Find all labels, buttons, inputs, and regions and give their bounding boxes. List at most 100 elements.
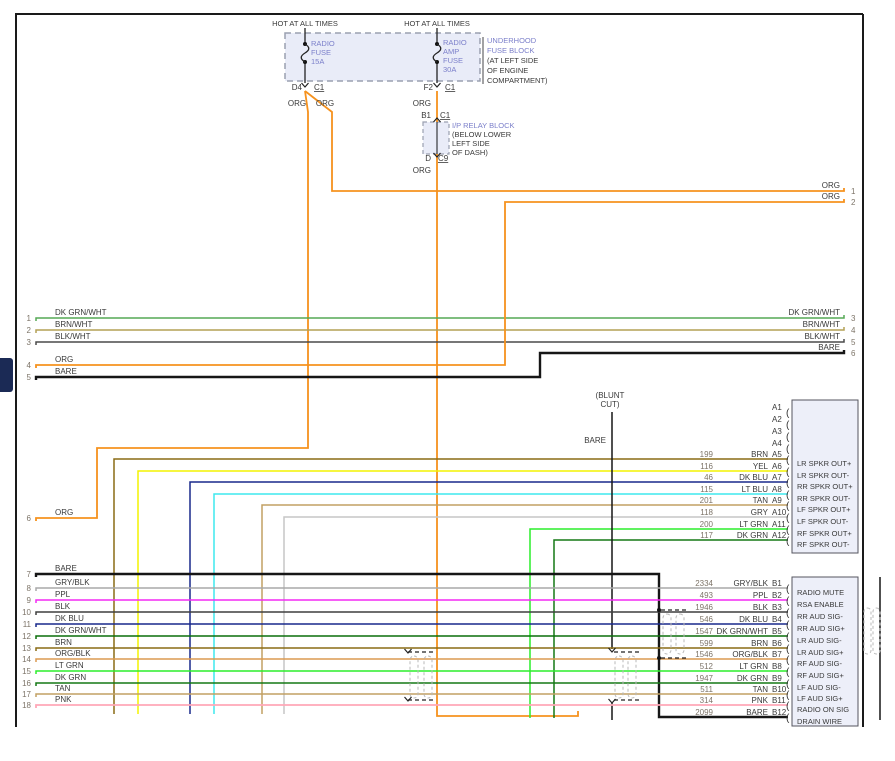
left-pin-number: 6 — [27, 514, 32, 523]
ip-relay-label: I/P RELAY BLOCK — [452, 121, 515, 130]
connector-a-signal-label: RF SPKR OUT+ — [797, 529, 852, 538]
bare-drain-label: BARE — [584, 436, 606, 445]
connector-b-pin-id: B11 — [772, 696, 786, 705]
connector-b-signal-label: RADIO MUTE — [797, 588, 844, 597]
shield-capsule — [409, 655, 419, 699]
left-pin-wire-color: BRN — [55, 638, 72, 647]
conn-c1: C1 — [314, 83, 325, 92]
left-pin-number: 1 — [27, 314, 32, 323]
connector-a-circuit-number: 201 — [700, 496, 714, 505]
shield-capsule — [627, 655, 637, 699]
connector-b-pin-bracket: ( — [786, 701, 790, 712]
underhood-label: COMPARTMENT) — [487, 76, 548, 85]
connector-b-signal-label: LR AUD SIG+ — [797, 648, 844, 657]
connector-b-pin-id: B8 — [772, 662, 782, 671]
connector-a-pin-id: A10 — [772, 508, 787, 517]
wire-gryblk-8-b1 — [35, 587, 788, 591]
left-pin-wire-color: DK GRN — [55, 673, 86, 682]
connector-b-circuit-number: 1946 — [695, 603, 713, 612]
connector-a-wire-color: DK BLU — [739, 473, 768, 482]
org-label: ORG — [413, 99, 431, 108]
pin-b1-relay: B1 — [421, 111, 431, 120]
connector-a-pin-id: A12 — [772, 531, 787, 540]
connector-b-pin-id: B5 — [772, 627, 782, 636]
connector-b-signal-label: DRAIN WIRE — [797, 717, 842, 726]
connector-a-signal-label: LF SPKR OUT+ — [797, 505, 851, 514]
radio-amp-fuse-rating: 30A — [443, 65, 456, 74]
connector-b-pin-id: B12 — [772, 708, 787, 717]
radio-amp-fuse-name: AMP — [443, 47, 459, 56]
connector-a-wire-color: GRY — [751, 508, 769, 517]
org-amp-fuse-lower — [436, 154, 579, 717]
connector-a-wire-color: TAN — [753, 496, 769, 505]
connector-a-pin-bracket: ( — [786, 490, 790, 501]
arrowhead-down — [301, 82, 309, 88]
connector-b-circuit-number: 314 — [700, 696, 714, 705]
left-pin-number: 2 — [27, 326, 32, 335]
connector-b-pin-bracket: ( — [786, 620, 790, 631]
connector-b-signal-label: RR AUD SIG- — [797, 612, 843, 621]
left-pin-wire-color: LT GRN — [55, 661, 84, 670]
connector-a-signal-label: LR SPKR OUT+ — [797, 459, 852, 468]
left-pin-number: 7 — [27, 570, 32, 579]
connector-a-pin-bracket: ( — [786, 420, 790, 431]
connector-b-circuit-number: 2099 — [695, 708, 713, 717]
connector-a-pin-id: A5 — [772, 450, 782, 459]
connector-b-pin-id: B3 — [772, 603, 782, 612]
connector-a-signal-label: LF SPKR OUT- — [797, 517, 849, 526]
connector-a-wire-color: DK GRN — [737, 531, 768, 540]
side-panel-tab[interactable] — [0, 358, 13, 392]
left-pin-number: 12 — [22, 632, 31, 641]
connector-b-pin-id: B1 — [772, 579, 782, 588]
right-pin-wire-color: BRN/WHT — [803, 320, 840, 329]
connector-b-circuit-number: 1947 — [695, 674, 713, 683]
left-pin-wire-color: GRY/BLK — [55, 578, 90, 587]
blunt-cut-label: (BLUNT — [596, 391, 625, 400]
right-pin-wire-color: ORG — [822, 192, 840, 201]
connector-b-circuit-number: 546 — [700, 615, 714, 624]
connector-a-pin-id: A2 — [772, 415, 782, 424]
left-pin-wire-color: PPL — [55, 590, 71, 599]
wire-orgblk-14-b7 — [35, 658, 788, 662]
connector-a-wire-color: LT GRN — [739, 520, 768, 529]
connector-a-pin-id: A7 — [772, 473, 782, 482]
connector-b-circuit-number: 493 — [700, 591, 714, 600]
connector-b-signal-label: RF AUD SIG+ — [797, 671, 845, 680]
left-pin-wire-color: BRN/WHT — [55, 320, 92, 329]
connector-b-pin-bracket: ( — [786, 596, 790, 607]
left-pin-wire-color: ORG — [55, 355, 73, 364]
connector-b-pin-bracket: ( — [786, 644, 790, 655]
connector-b-pin-bracket: ( — [786, 679, 790, 690]
connector-b-signal-label: RF AUD SIG- — [797, 659, 843, 668]
connector-b-signal-label: RR AUD SIG+ — [797, 624, 845, 633]
connector-a-pin-bracket: ( — [786, 478, 790, 489]
wire-ltgrn-15-b8 — [35, 670, 788, 674]
radio-amp-fuse-name: RADIO — [443, 38, 467, 47]
connector-b-pin-bracket: ( — [786, 655, 790, 666]
connector-b-signal-label: RADIO ON SIG — [797, 705, 849, 714]
radio-fuse-name: FUSE — [311, 48, 331, 57]
connector-b-pin-id: B7 — [772, 650, 782, 659]
connector-b-wire-color: DK GRN — [737, 674, 768, 683]
underhood-label: (AT LEFT SIDE — [487, 56, 538, 65]
arrowhead-down — [433, 82, 441, 88]
connector-b-pin-id: B6 — [772, 639, 782, 648]
pin-f2: F2 — [424, 83, 434, 92]
wire-brn-a5 — [113, 458, 788, 714]
pin-d4: D4 — [292, 83, 303, 92]
left-pin-wire-color: DK BLU — [55, 614, 84, 623]
right-pin-number: 5 — [851, 338, 856, 347]
org-label: ORG — [413, 166, 431, 175]
connector-a-wire-color: LT BLU — [742, 485, 769, 494]
connector-a-pin-bracket: ( — [786, 432, 790, 443]
wiring-diagram-area: HOT AT ALL TIMES HOT AT ALL TIMES RADIO FUS… — [0, 0, 895, 756]
junction-dot — [657, 656, 661, 660]
ip-relay-block-box — [422, 121, 450, 155]
ip-relay-label: LEFT SIDE — [452, 139, 490, 148]
wire-pnk-18-b11 — [35, 704, 788, 708]
wire-bare-7-b12 — [34, 572, 788, 719]
left-pin-number: 15 — [22, 667, 31, 676]
junction-dot — [657, 608, 661, 612]
left-pin-number: 4 — [27, 361, 32, 370]
org-radio-fuse-right-branch — [304, 90, 845, 192]
